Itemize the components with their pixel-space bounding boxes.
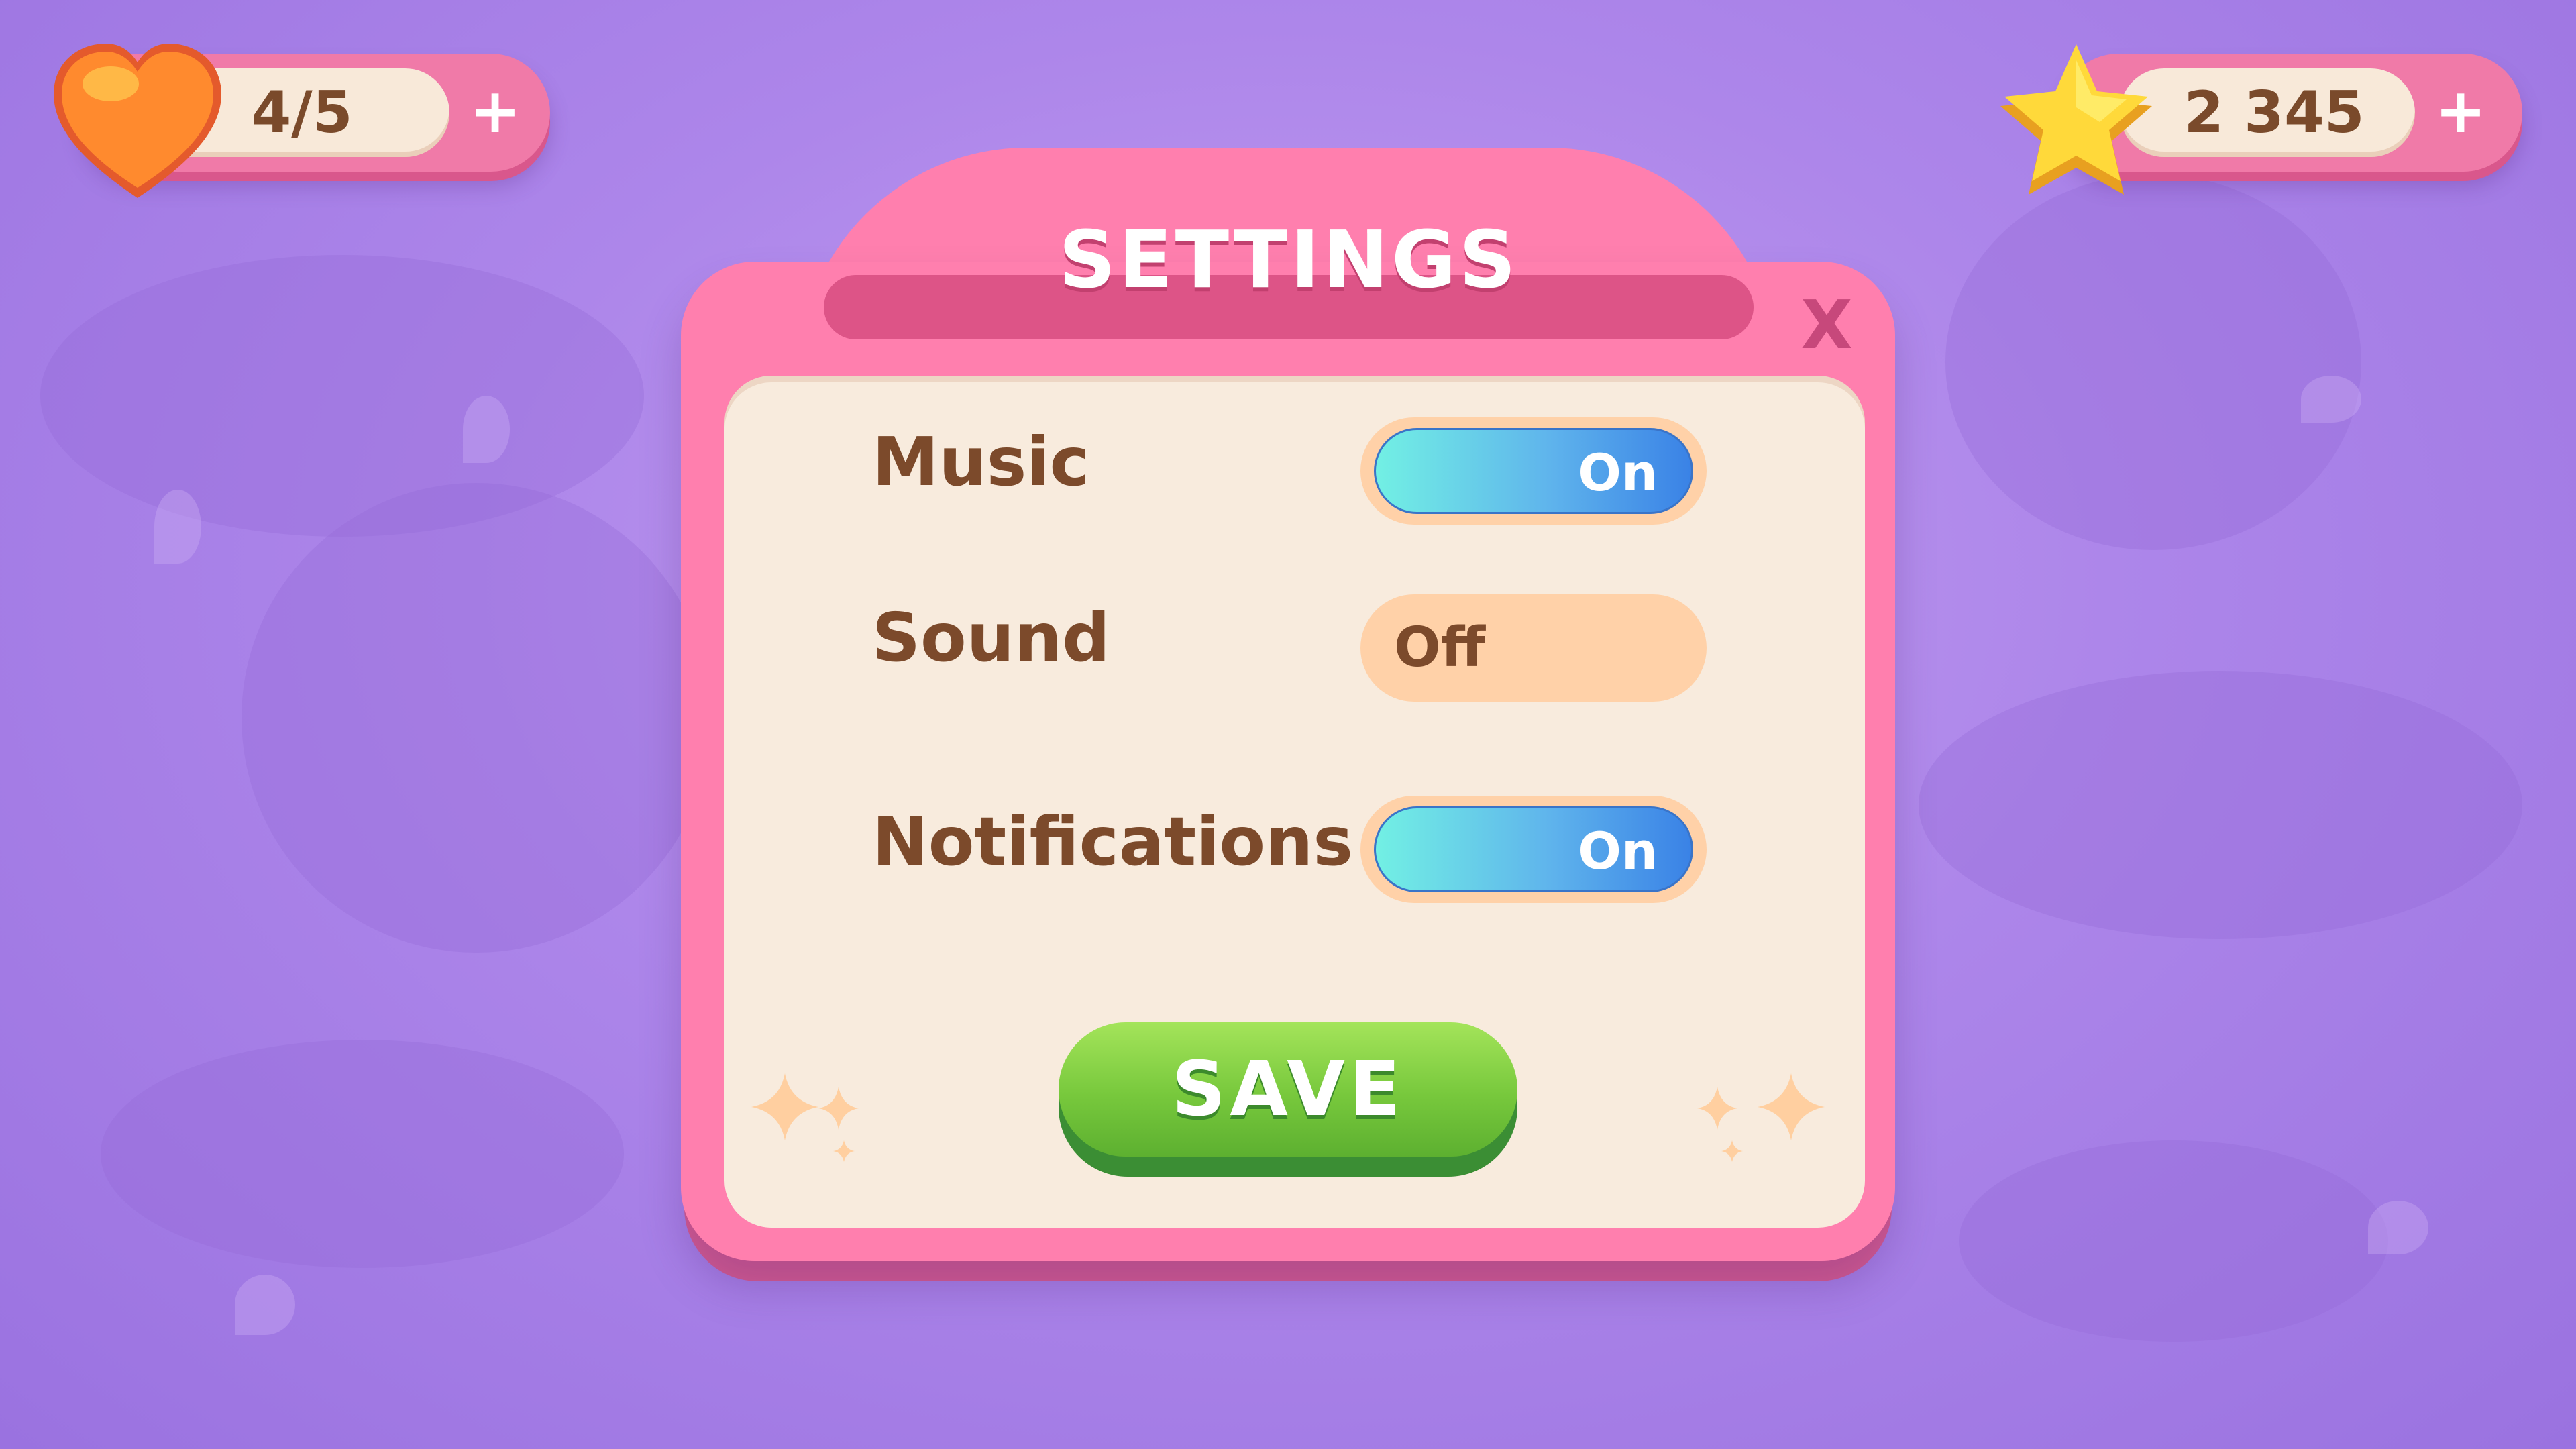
heart-icon [54,44,221,198]
background-leaf [235,1275,295,1335]
close-button[interactable]: X [1790,288,1864,362]
background-blob [241,483,711,953]
add-lives-button[interactable]: + [463,80,527,145]
background-blob [1919,671,2522,939]
music-toggle-state: On [1578,443,1658,502]
music-label: Music [872,423,1089,501]
background-leaf [154,490,201,564]
star-icon [2000,44,2152,195]
sparkle-icon [751,1073,859,1162]
music-toggle-track: On [1374,428,1693,514]
save-button[interactable]: SAVE [1059,1022,1517,1177]
sound-toggle-state: Off [1394,616,1486,680]
background-blob [1945,174,2361,550]
sound-label: Sound [872,598,1110,677]
music-toggle[interactable]: On [1360,417,1707,525]
background-blob [101,1040,624,1268]
notifications-toggle-state: On [1578,821,1658,881]
sparkle-icon [1697,1073,1825,1162]
save-button-label: SAVE [1171,1046,1405,1133]
background-leaf [463,396,510,463]
settings-title: SETTINGS [1059,213,1519,306]
notifications-toggle-track: On [1374,806,1693,892]
background-leaf [2301,376,2361,423]
background-leaf [2368,1201,2428,1254]
add-stars-button[interactable]: + [2428,80,2493,145]
notifications-toggle[interactable]: On [1360,796,1707,903]
background-blob [1959,1140,2388,1342]
background-blob [40,255,644,537]
star-value: 2 345 [2184,79,2365,146]
sound-toggle[interactable]: Off [1360,594,1707,702]
notifications-label: Notifications [872,802,1353,881]
